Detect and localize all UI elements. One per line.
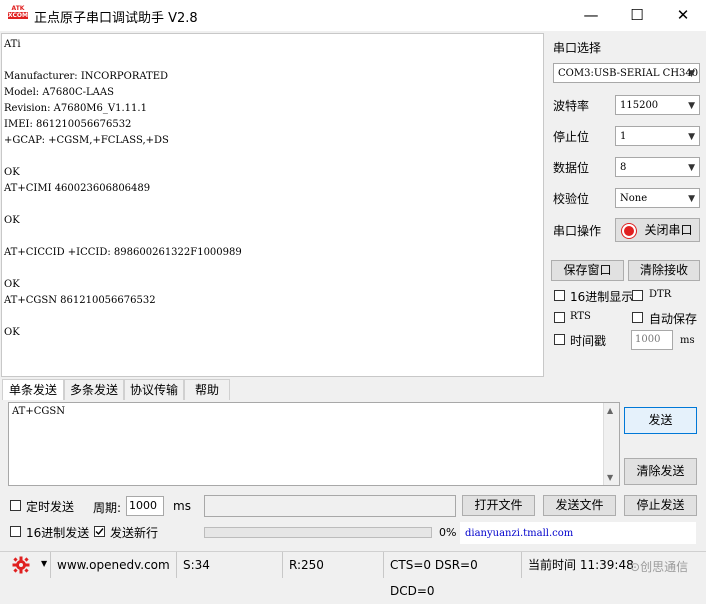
close-button[interactable]: ✕ (660, 0, 706, 31)
data-bits-select[interactable]: 8 ▼ (615, 157, 700, 177)
stop-bits-select[interactable]: 1 ▼ (615, 126, 700, 146)
send-button[interactable]: 发送 (624, 407, 697, 434)
clear-receive-button[interactable]: 清除接收 (628, 260, 700, 281)
port-label: 串口选择 (553, 41, 602, 55)
timestamp-unit: ms (680, 335, 695, 346)
send-file-button[interactable]: 发送文件 (543, 495, 616, 516)
dtr-checkbox[interactable] (632, 290, 643, 301)
tab-multi-send[interactable]: 多条发送 (64, 379, 124, 400)
timestamp-label: 时间戳 (570, 334, 607, 348)
baud-select[interactable]: 115200 ▼ (615, 95, 700, 115)
rts-label: RTS (570, 311, 591, 322)
parity-select[interactable]: None ▼ (615, 188, 700, 208)
timed-send-label: 定时发送 (26, 500, 75, 514)
chevron-down-icon: ▼ (688, 101, 695, 111)
chevron-down-icon: ▼ (688, 163, 695, 173)
check-icon (95, 528, 104, 536)
scroll-down-icon: ▼ (607, 473, 614, 482)
timestamp-checkbox[interactable] (554, 334, 565, 345)
hex-send-label: 16进制发送 (26, 526, 90, 540)
send-progress-bar (204, 527, 432, 538)
shop-link[interactable]: dianyuanzi.tmall.com (465, 528, 573, 539)
period-unit: ms (173, 499, 191, 513)
port-operation-label: 串口操作 (553, 224, 602, 238)
data-bits-label: 数据位 (553, 161, 590, 175)
dropdown-arrow-icon[interactable]: ▼ (41, 559, 47, 568)
auto-save-label: 自动保存 (649, 312, 698, 326)
sent-count: S:34 (176, 552, 282, 578)
open-file-button[interactable]: 打开文件 (462, 495, 535, 516)
received-count: R:250 (282, 552, 383, 578)
status-bar: ▼ www.openedv.com S:34 R:250 CTS=0 DSR=0… (0, 551, 706, 598)
auto-save-checkbox[interactable] (632, 312, 643, 323)
receive-text: ATi Manufacturer: INCORPORATED Model: A7… (4, 39, 242, 338)
app-logo-icon: ATK XCOM (8, 5, 28, 25)
parity-label: 校验位 (553, 192, 590, 206)
stop-send-button[interactable]: 停止发送 (624, 495, 697, 516)
watermark: ⊙创思通信 (630, 560, 689, 574)
port-select[interactable]: COM3:USB-SERIAL CH340 ▼ (553, 63, 700, 83)
dtr-label: DTR (649, 289, 672, 300)
tab-protocol[interactable]: 协议传输 (124, 379, 184, 400)
gear-icon (12, 556, 30, 574)
close-port-button[interactable]: 关闭串口 (615, 218, 700, 242)
window-title: 正点原子串口调试助手 V2.8 (34, 11, 198, 26)
clear-send-button[interactable]: 清除发送 (624, 458, 697, 485)
baud-label: 波特率 (553, 99, 590, 113)
period-label: 周期: (93, 501, 122, 515)
send-scrollbar[interactable]: ▲ ▼ (603, 403, 619, 485)
hex-display-label: 16进制显示 (570, 290, 634, 304)
watermark-icon: ⊙ (630, 560, 641, 574)
send-input[interactable]: AT+CGSN ▲ ▼ (8, 402, 620, 486)
send-newline-checkbox[interactable] (94, 526, 105, 537)
tab-help[interactable]: 帮助 (184, 379, 230, 400)
stop-bits-label: 停止位 (553, 130, 590, 144)
file-path-field[interactable] (204, 495, 456, 517)
maximize-button[interactable]: ☐ (614, 0, 660, 31)
hex-display-checkbox[interactable] (554, 290, 565, 301)
timestamp-input[interactable]: 1000 (631, 330, 673, 350)
progress-percent: 0% (439, 526, 457, 539)
minimize-button[interactable]: — (568, 0, 614, 31)
line-status: CTS=0 DSR=0 DCD=0 (383, 552, 521, 598)
hex-send-checkbox[interactable] (10, 526, 21, 537)
send-newline-label: 发送新行 (110, 526, 159, 540)
save-window-button[interactable]: 保存窗口 (551, 260, 624, 281)
record-icon (622, 223, 637, 238)
website-link[interactable]: www.openedv.com (50, 552, 176, 578)
rts-checkbox[interactable] (554, 312, 565, 323)
send-text: AT+CGSN (12, 406, 65, 417)
receive-area[interactable]: ATi Manufacturer: INCORPORATED Model: A7… (1, 33, 544, 377)
tab-single-send[interactable]: 单条发送 (2, 379, 64, 400)
chevron-down-icon: ▼ (688, 132, 695, 142)
timed-send-checkbox[interactable] (10, 500, 21, 511)
chevron-down-icon: ▼ (688, 194, 695, 204)
scroll-up-icon: ▲ (607, 406, 614, 415)
period-input[interactable]: 1000 (126, 496, 164, 516)
chevron-down-icon: ▼ (688, 69, 695, 79)
settings-gear-icon[interactable] (8, 556, 36, 574)
